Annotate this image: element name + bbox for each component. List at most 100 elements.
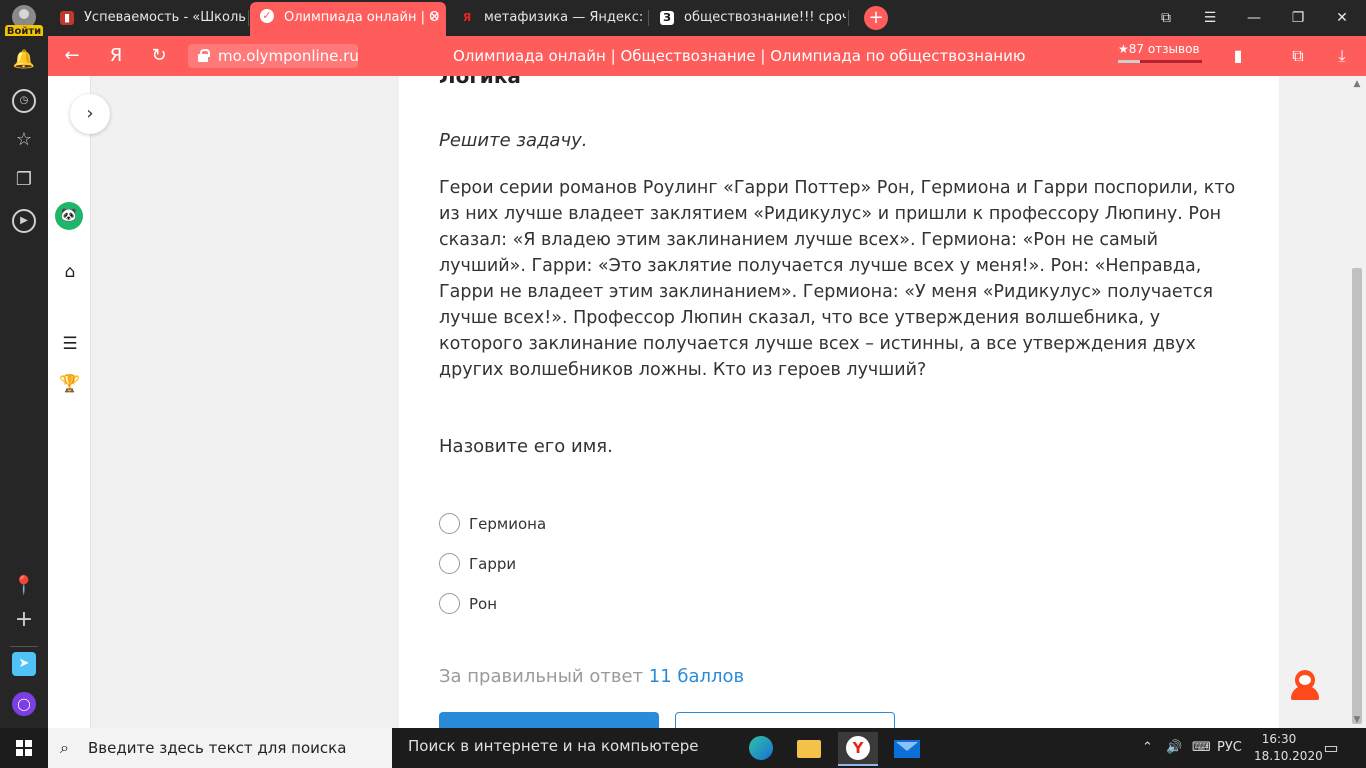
lock-icon xyxy=(198,49,210,62)
network-icon[interactable]: ⌨ xyxy=(1192,728,1211,768)
minimize-icon[interactable]: — xyxy=(1236,4,1272,32)
tab-title: Успеваемость - «Школьн xyxy=(84,10,246,25)
speaker-icon[interactable]: 🔊 xyxy=(1166,728,1182,768)
tab-uspevaemost[interactable]: ▮ Успеваемость - «Школьн xyxy=(50,4,246,32)
chevron-up-icon[interactable]: ⌃ xyxy=(1142,728,1153,768)
clock-time: 16:30 xyxy=(1261,732,1297,746)
taskbar-mail[interactable] xyxy=(887,732,927,766)
tab-separator xyxy=(848,10,849,26)
option-label: Гермиона xyxy=(469,515,547,533)
alice-icon[interactable]: ◯ xyxy=(12,692,36,716)
scroll-down-icon[interactable]: ▼ xyxy=(1348,712,1366,728)
star-icon[interactable]: ☆ xyxy=(12,128,36,152)
back-arrow-icon[interactable]: ← xyxy=(60,44,84,68)
page-scrollbar[interactable]: ▲ ▼ xyxy=(1348,76,1366,728)
windows-logo-icon xyxy=(16,740,32,756)
scrollbar-thumb[interactable] xyxy=(1352,268,1362,724)
play-icon[interactable]: ▶ xyxy=(12,209,36,233)
tab-separator xyxy=(248,10,249,26)
url-text: mo.olymponline.ru xyxy=(218,47,359,65)
profile-button[interactable]: Войти xyxy=(0,0,48,38)
taskbar-search-input[interactable]: ⌕ Введите здесь текст для поиска xyxy=(48,728,392,768)
panda-logo-icon[interactable]: 🐼 xyxy=(55,202,83,230)
trophy-icon[interactable]: 🏆 xyxy=(58,372,82,396)
chevron-right-icon: › xyxy=(86,103,94,124)
notifications-icon[interactable]: ▭ xyxy=(1320,738,1342,758)
maps-pin-icon[interactable]: 📍 xyxy=(12,574,36,598)
home-icon[interactable]: ⌂ xyxy=(58,260,82,284)
yandex-icon: Я xyxy=(462,11,472,24)
add-icon[interactable]: + xyxy=(12,608,36,632)
skip-button[interactable] xyxy=(675,712,895,728)
web-search-label[interactable]: Поиск в интернете и на компьютере xyxy=(408,728,699,768)
expand-sidebar-button[interactable]: › xyxy=(70,94,110,134)
option-harry[interactable]: Гарри xyxy=(439,553,516,575)
browser-sidebar: 🔔 ◷ ☆ ❐ ▶ 📍 + ➤ ◯ xyxy=(0,36,48,728)
edge-icon xyxy=(749,736,773,760)
menu-icon[interactable]: ☰ xyxy=(1192,4,1228,32)
close-window-icon[interactable]: ✕ xyxy=(1324,4,1360,32)
answer-button[interactable] xyxy=(439,712,659,728)
tab-olymponline[interactable]: ✓ Олимпиада онлайн | О ✕ xyxy=(250,2,446,36)
new-tab-button[interactable]: + xyxy=(864,6,888,30)
start-button[interactable] xyxy=(0,728,48,768)
tabs-list-icon[interactable]: ⧉ xyxy=(1148,4,1184,32)
history-icon[interactable]: ◷ xyxy=(12,89,36,113)
sidebar-divider xyxy=(10,646,38,647)
collections-icon[interactable]: ⧉ xyxy=(1286,44,1310,68)
radio-button[interactable] xyxy=(439,593,460,614)
reload-icon[interactable]: ↻ xyxy=(147,44,171,68)
url-field[interactable]: mo.olymponline.ru xyxy=(188,44,359,68)
mail-icon xyxy=(894,740,920,758)
znanija-icon: З xyxy=(660,11,674,25)
points-value: 11 баллов xyxy=(648,666,745,687)
option-label: Рон xyxy=(469,595,498,613)
points-info: За правильный ответ 11 баллов xyxy=(439,666,744,687)
tab-title: обществознание!!! срочно xyxy=(684,10,846,25)
clock[interactable]: 16:30 18.10.2020 xyxy=(1254,731,1323,765)
points-prefix: За правильный ответ xyxy=(439,666,644,687)
reviews-rating-fill xyxy=(1118,60,1140,63)
site-sidebar: ⌂ ☰ 🏆 xyxy=(48,76,91,728)
question-text: Назовите его имя. xyxy=(439,436,613,457)
taskbar-yandex-browser[interactable]: Y xyxy=(838,732,878,766)
bell-icon[interactable]: 🔔 xyxy=(12,48,36,72)
option-ron[interactable]: Рон xyxy=(439,593,497,615)
section-title: Логика xyxy=(439,76,521,88)
reviews-badge[interactable]: ★87 отзывов xyxy=(1118,42,1202,63)
yandex-home-icon[interactable]: Я xyxy=(104,44,128,68)
clock-date: 18.10.2020 xyxy=(1254,749,1323,763)
bookmark-icon[interactable]: ▮ xyxy=(1226,44,1250,68)
book-icon: ▮ xyxy=(60,11,74,25)
yandex-browser-icon: Y xyxy=(846,736,870,760)
search-icon: ⌕ xyxy=(60,738,69,757)
tab-title: метафизика — Яндекс: на xyxy=(484,10,646,25)
support-agent-body xyxy=(1291,686,1319,700)
tab-bar: Войти ▮ Успеваемость - «Школьн ✓ Олимпиа… xyxy=(0,0,1366,38)
page-title: Олимпиада онлайн | Обществознание | Олим… xyxy=(453,47,1026,65)
scroll-up-icon[interactable]: ▲ xyxy=(1348,76,1366,92)
option-label: Гарри xyxy=(469,555,517,573)
close-tab-icon[interactable]: ✕ xyxy=(429,2,440,34)
radio-button[interactable] xyxy=(439,513,460,534)
restore-icon[interactable]: ❐ xyxy=(1280,4,1316,32)
folder-icon xyxy=(797,740,821,758)
taskbar-edge[interactable] xyxy=(741,732,781,766)
support-chat-button[interactable] xyxy=(1289,668,1321,700)
language-indicator[interactable]: РУС xyxy=(1217,728,1242,768)
task-card: Логика Решите задачу. Герои серии романо… xyxy=(399,76,1279,728)
messenger-icon[interactable]: ➤ xyxy=(12,652,36,676)
reviews-text: ★87 отзывов xyxy=(1118,42,1200,56)
download-icon[interactable]: ⤓ xyxy=(1330,44,1354,68)
support-agent-face xyxy=(1299,675,1311,685)
tab-title: Олимпиада онлайн | О xyxy=(284,10,440,25)
tab-znanija[interactable]: З обществознание!!! срочно xyxy=(650,4,846,32)
radio-button[interactable] xyxy=(439,553,460,574)
option-hermione[interactable]: Гермиона xyxy=(439,513,546,535)
reviews-rating-bar xyxy=(1118,60,1202,63)
taskbar-explorer[interactable] xyxy=(789,732,829,766)
list-icon[interactable]: ☰ xyxy=(58,332,82,356)
tab-yandex-search[interactable]: Я метафизика — Яндекс: на xyxy=(450,4,646,32)
collections-icon[interactable]: ❐ xyxy=(12,168,36,192)
olymp-icon: ✓ xyxy=(260,9,274,23)
